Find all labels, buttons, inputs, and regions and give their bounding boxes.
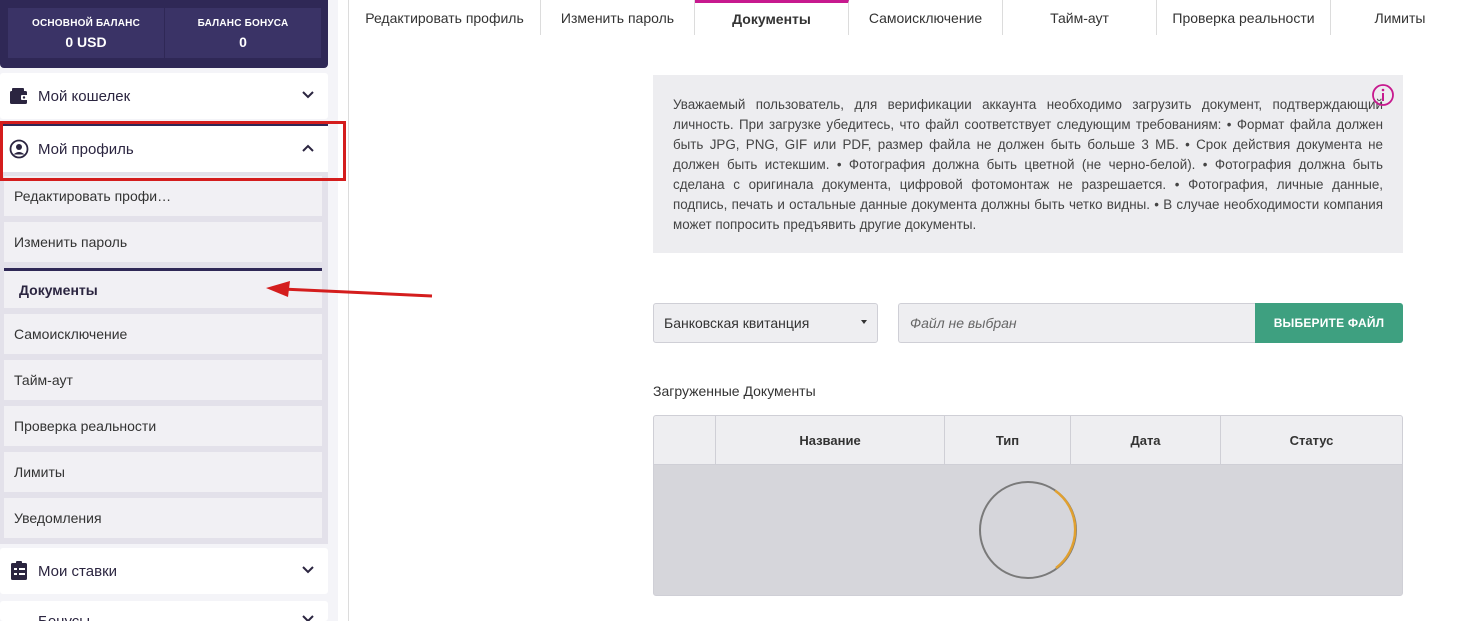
tab-self-exclusion[interactable]: Самоисключение <box>849 0 1003 35</box>
menu-bonuses[interactable]: Бонусы <box>0 601 328 621</box>
sidebar: ОСНОВНОЙ БАЛАНС 0 USD БАЛАНС БОНУСА 0 Мо… <box>0 0 338 621</box>
profile-submenu: Редактировать профи… Изменить пароль Док… <box>0 172 328 544</box>
submenu-limits[interactable]: Лимиты <box>4 452 322 492</box>
verification-info-text: Уважаемый пользователь, для верификации … <box>673 97 1383 232</box>
tab-timeout[interactable]: Тайм-аут <box>1003 0 1157 35</box>
column-header-date: Дата <box>1071 416 1221 465</box>
submenu-change-password[interactable]: Изменить пароль <box>4 222 322 262</box>
menu-bets[interactable]: Мои ставки <box>0 548 328 594</box>
balance-panel: ОСНОВНОЙ БАЛАНС 0 USD БАЛАНС БОНУСА 0 <box>0 0 328 68</box>
column-header-name: Название <box>716 416 945 465</box>
bonus-balance-label: БАЛАНС БОНУСА <box>197 18 289 29</box>
loading-spinner-icon <box>978 480 1078 580</box>
bonus-balance: БАЛАНС БОНУСА 0 <box>165 8 321 58</box>
uploaded-documents-table: Название Тип Дата Статус <box>653 415 1403 596</box>
menu-wallet-label: Мой кошелек <box>38 87 131 105</box>
file-name-field[interactable]: Файл не выбран <box>898 303 1255 343</box>
choose-file-button[interactable]: ВЫБЕРИТЕ ФАЙЛ <box>1255 303 1403 343</box>
main-balance: ОСНОВНОЙ БАЛАНС 0 USD <box>8 8 164 58</box>
tab-reality-check[interactable]: Проверка реальности <box>1157 0 1331 35</box>
column-header-status: Статус <box>1289 433 1334 448</box>
uploaded-documents-title: Загруженные Документы <box>653 383 816 399</box>
dropdown-arrow-icon <box>861 320 867 324</box>
tab-bar: Редактировать профиль Изменить пароль До… <box>349 0 1469 35</box>
chevron-down-icon <box>300 87 316 103</box>
submenu-timeout[interactable]: Тайм-аут <box>4 360 322 400</box>
tab-edit-profile[interactable]: Редактировать профиль <box>349 0 541 35</box>
tab-documents[interactable]: Документы <box>695 0 849 35</box>
document-type-select[interactable]: Банковская квитанция <box>653 303 878 343</box>
chevron-down-icon <box>300 562 316 578</box>
submenu-reality-check[interactable]: Проверка реальности <box>4 406 322 446</box>
submenu-notifications[interactable]: Уведомления <box>4 498 322 538</box>
bonus-balance-value: 0 <box>239 34 247 50</box>
annotation-highlight-box <box>0 121 346 181</box>
document-type-value: Банковская квитанция <box>664 315 810 331</box>
chevron-down-icon <box>300 611 316 621</box>
submenu-self-exclusion[interactable]: Самоисключение <box>4 314 322 354</box>
menu-bets-label: Мои ставки <box>38 562 118 580</box>
table-header: Название Тип Дата Статус <box>654 416 1402 465</box>
content-divider <box>348 0 349 621</box>
gift-icon <box>8 613 30 621</box>
column-header-blank <box>654 416 716 465</box>
menu-wallet[interactable]: Мой кошелек <box>0 73 328 119</box>
verification-info-box: Уважаемый пользователь, для верификации … <box>653 75 1403 253</box>
menu-bonuses-label: Бонусы <box>38 613 90 621</box>
wallet-icon <box>8 85 30 107</box>
annotation-arrow-icon <box>266 281 433 298</box>
main-balance-label: ОСНОВНОЙ БАЛАНС <box>31 18 141 29</box>
main-balance-value: 0 USD <box>65 34 107 50</box>
info-icon[interactable] <box>1371 83 1395 107</box>
tab-limits[interactable]: Лимиты <box>1331 0 1469 35</box>
tab-change-password[interactable]: Изменить пароль <box>541 0 695 35</box>
clipboard-icon <box>8 560 30 582</box>
submenu-edit-profile[interactable]: Редактировать профи… <box>4 176 322 216</box>
column-header-type: Тип <box>945 416 1071 465</box>
